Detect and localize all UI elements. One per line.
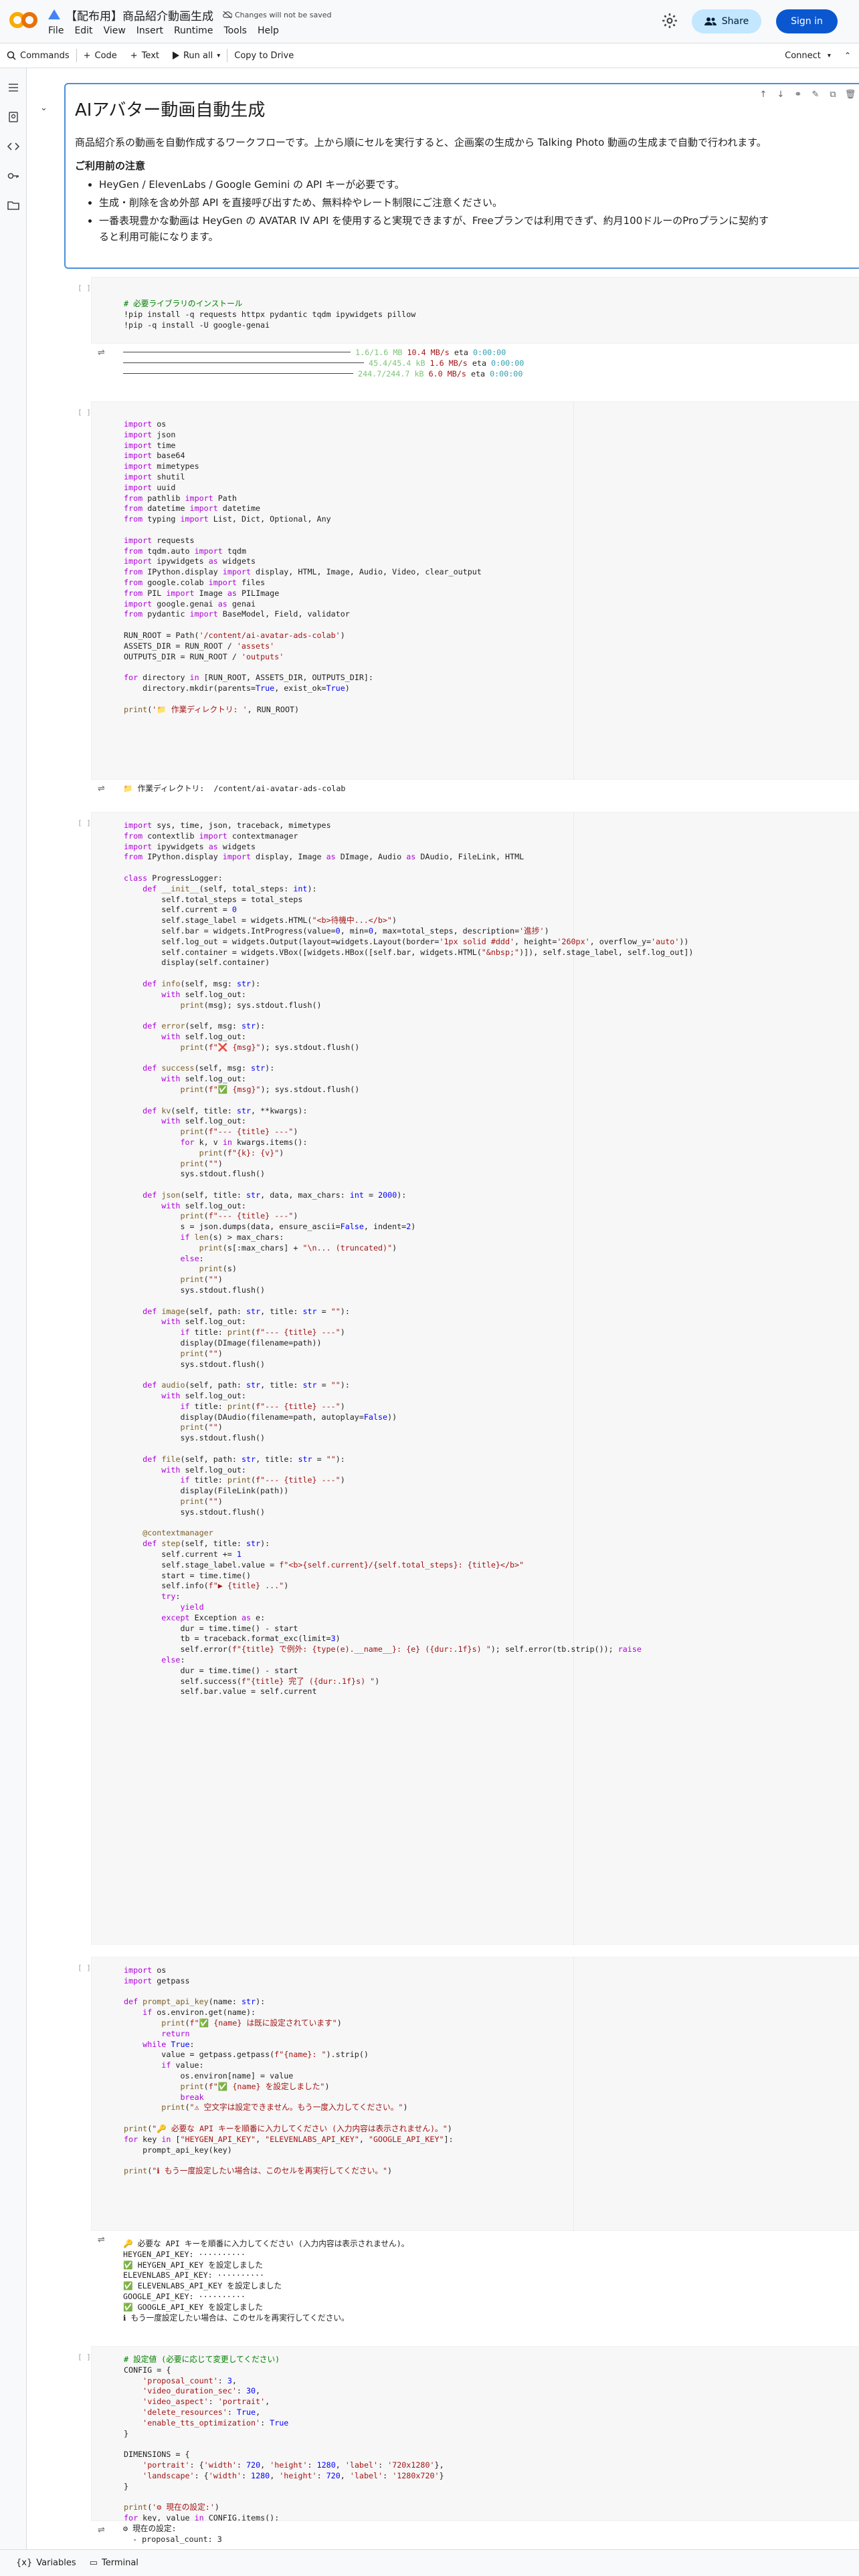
search-icon <box>7 51 16 60</box>
chevron-down-icon[interactable]: ▾ <box>828 52 831 60</box>
unsaved-text: Changes will not be saved <box>235 10 332 19</box>
terminal-label: Terminal <box>101 2558 138 2568</box>
cell-toolbar: ↑ ↓ ⚭ ✎ ⧉ 🗑 ⋮ <box>757 90 859 102</box>
output-menu-icon[interactable]: ⇌ <box>98 784 105 794</box>
code-cell-install[interactable]: [ ] # 必要ライブラリのインストール !pip install -q req… <box>64 277 859 395</box>
commands-button[interactable]: Commands <box>0 43 76 68</box>
signin-button[interactable]: Sign in <box>776 9 838 33</box>
markdown-cell[interactable]: ↑ ↓ ⚭ ✎ ⧉ 🗑 ⋮ AIアバター動画自動生成 商品紹介系の動画を自動作成… <box>64 83 859 269</box>
variables-button[interactable]: {x} Variables <box>16 2558 76 2568</box>
code-cell-progress-logger[interactable]: [ ] import sys, time, json, traceback, m… <box>64 812 859 1949</box>
share-label: Share <box>721 16 749 27</box>
output-menu-icon[interactable]: ⇌ <box>98 2235 105 2245</box>
secrets-key-icon[interactable] <box>7 170 19 182</box>
code-editor[interactable]: import os import getpass def prompt_api_… <box>91 1957 859 2232</box>
output-menu-icon[interactable]: ⇌ <box>98 2525 105 2535</box>
list-item: 一番表現豊かな動画は HeyGen の AVATAR IV API を使用すると… <box>99 213 771 245</box>
plus-icon: + <box>130 50 138 61</box>
cell-output: ⇌ 📁 作業ディレクトリ: /content/ai-avatar-ads-col… <box>91 780 859 800</box>
menu-runtime[interactable]: Runtime <box>174 25 213 36</box>
list-item: HeyGen / ElevenLabs / Google Gemini の AP… <box>99 177 771 193</box>
menu-view[interactable]: View <box>104 25 126 36</box>
copy-to-drive-button[interactable]: Copy to Drive <box>227 43 300 68</box>
edit-icon[interactable]: ✎ <box>809 90 822 102</box>
notebook-title[interactable]: 【配布用】商品紹介動画生成 <box>66 7 213 23</box>
link-icon[interactable]: ⚭ <box>792 90 804 102</box>
commands-label: Commands <box>20 50 70 61</box>
table-of-contents-icon[interactable] <box>7 82 19 94</box>
chevron-down-icon[interactable]: ▾ <box>217 52 220 60</box>
colab-logo[interactable] <box>9 11 39 29</box>
run-cell-button[interactable]: [ ] <box>78 408 91 417</box>
run-all-label: Run all <box>183 50 213 61</box>
code-editor[interactable]: import sys, time, json, traceback, mimet… <box>91 812 859 1945</box>
code-cell-imports[interactable]: [ ] import os import json import time im… <box>64 401 859 802</box>
notes-list: HeyGen / ElevenLabs / Google Gemini の AP… <box>75 177 771 245</box>
drive-icon <box>48 9 60 20</box>
code-block: import os import getpass def prompt_api_… <box>124 1965 454 2176</box>
run-cell-button[interactable]: [ ] <box>78 2353 91 2361</box>
cell-output: ⇌ ⚙ 現在の設定: - proposal_count: 3 <box>91 2521 859 2548</box>
list-item: 生成・削除を含め外部 API を直接呼び出すため、無料枠やレート制限にご注意くだ… <box>99 195 771 211</box>
code-block: # 必要ライブラリのインストール !pip install -q request… <box>124 299 416 330</box>
menu-edit[interactable]: Edit <box>74 25 92 36</box>
code-cell-api-keys[interactable]: [ ] import os import getpass def prompt_… <box>64 1957 859 2338</box>
code-editor[interactable]: # 設定値 (必要に応じて変更してください) CONFIG = { 'propo… <box>91 2346 859 2533</box>
bottom-bar: {x} Variables ▭ Terminal <box>0 2549 859 2576</box>
folder-icon[interactable] <box>7 199 19 211</box>
collapse-section-icon[interactable]: ⌄ <box>40 103 52 115</box>
menu-help[interactable]: Help <box>258 25 279 36</box>
people-icon <box>704 17 717 25</box>
notebook-heading: AIアバター動画自動生成 <box>75 100 266 120</box>
menu-bar: File Edit View Insert Runtime Tools Help <box>48 25 279 36</box>
app-header: 【配布用】商品紹介動画生成 Changes will not be saved … <box>0 0 859 43</box>
left-sidebar <box>0 68 27 2549</box>
run-cell-button[interactable]: [ ] <box>78 1963 91 1972</box>
variables-label: Variables <box>36 2558 76 2568</box>
terminal-button[interactable]: ▭ Terminal <box>90 2558 138 2568</box>
code-block: import os import json import time import… <box>124 419 482 714</box>
code-cell-config[interactable]: [ ] # 設定値 (必要に応じて変更してください) CONFIG = { 'p… <box>64 2346 859 2549</box>
connect-button[interactable]: Connect <box>785 51 821 61</box>
text-label: Text <box>141 50 159 61</box>
code-editor[interactable]: # 必要ライブラリのインストール !pip install -q request… <box>91 277 859 344</box>
notebook-toolbar: Commands + Code + Text Run all ▾ Copy to D… <box>0 43 859 68</box>
code-block: # 設定値 (必要に応じて変更してください) CONFIG = { 'propo… <box>124 2355 444 2533</box>
unsaved-indicator: Changes will not be saved <box>223 11 332 19</box>
output-menu-icon[interactable]: ⇌ <box>98 348 105 358</box>
notes-title: ご利用前の注意 <box>75 160 146 172</box>
delete-icon[interactable]: 🗑 <box>844 90 856 102</box>
run-all-button[interactable]: Run all ▾ <box>166 43 227 68</box>
terminal-icon: ▭ <box>89 2558 98 2568</box>
find-icon[interactable] <box>7 111 19 123</box>
add-code-button[interactable]: + Code <box>77 43 124 68</box>
menu-file[interactable]: File <box>48 25 64 36</box>
cell-output: ⇌ 🔑 必要な API キーを順番に入力してください (入力内容は表示されません… <box>91 2231 859 2331</box>
mirror-cell-icon[interactable]: ⧉ <box>827 90 839 102</box>
menu-tools[interactable]: Tools <box>223 25 247 36</box>
variables-icon: {x} <box>16 2558 33 2568</box>
add-text-button[interactable]: + Text <box>124 43 166 68</box>
code-editor[interactable]: import os import json import time import… <box>91 401 859 780</box>
cloud-off-icon <box>223 11 232 19</box>
code-block: import sys, time, json, traceback, mimet… <box>124 821 694 1697</box>
menu-insert[interactable]: Insert <box>136 25 163 36</box>
play-icon <box>172 51 179 60</box>
code-label: Code <box>94 50 117 61</box>
plus-icon: + <box>83 50 91 61</box>
run-cell-button[interactable]: [ ] <box>78 284 91 292</box>
run-cell-button[interactable]: [ ] <box>78 819 91 827</box>
cell-output: ⇌ 1.6/1.6 MB 10.4 MB/s eta 0:00:00 45.4/… <box>91 344 859 391</box>
notebook-main: ⌄ ↑ ↓ ⚭ ✎ ⧉ 🗑 ⋮ AIアバター動画自動生成 商品紹介系の動画を自動… <box>27 68 859 2549</box>
gear-icon[interactable] <box>661 12 678 29</box>
share-button[interactable]: Share <box>692 9 761 33</box>
chevron-up-icon[interactable]: ⌃ <box>844 51 851 60</box>
move-down-icon[interactable]: ↓ <box>775 90 787 102</box>
intro-paragraph: 商品紹介系の動画を自動作成するワークフローです。上から順にセルを実行すると、企画… <box>75 136 767 148</box>
code-snippets-icon[interactable] <box>7 140 19 152</box>
